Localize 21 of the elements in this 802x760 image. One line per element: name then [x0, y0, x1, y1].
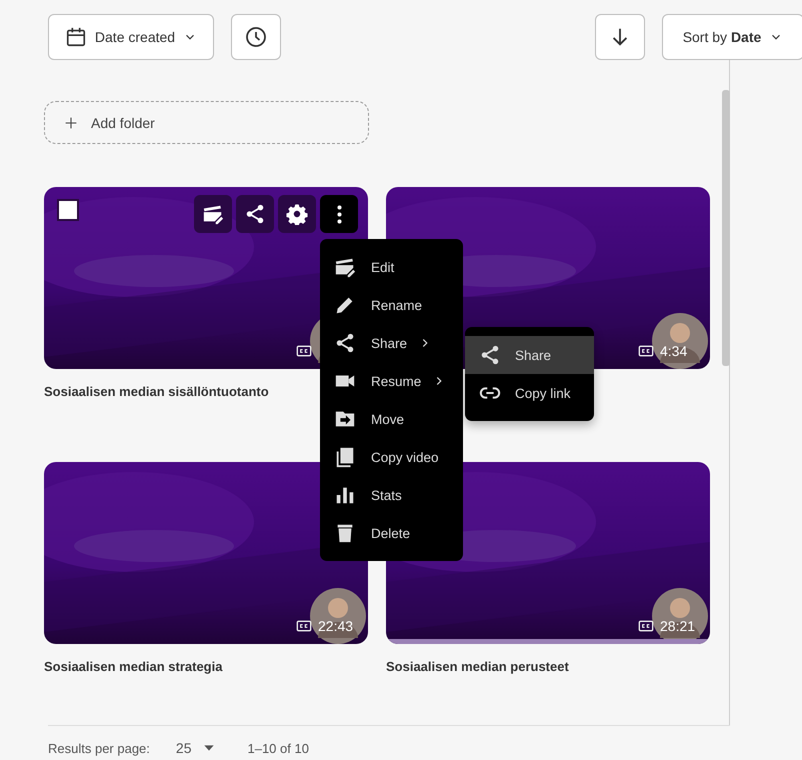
duration-label: 28:21	[660, 618, 696, 634]
menu-item[interactable]: Copy video	[320, 438, 463, 476]
menu-item[interactable]: Share	[465, 336, 594, 374]
video-title[interactable]: Sosiaalisen median perusteet	[386, 659, 710, 674]
menu-item[interactable]: Share	[320, 324, 463, 362]
video-title[interactable]: Sosiaalisen median strategia	[44, 659, 368, 674]
menu-item[interactable]: Resume	[320, 362, 463, 400]
menu-item[interactable]: Delete	[320, 514, 463, 552]
add-folder-button[interactable]: Add folder	[44, 101, 369, 144]
duration-label: 4:34	[660, 343, 688, 359]
menu-item[interactable]: Stats	[320, 476, 463, 514]
page-range-label: 1–10 of 10	[247, 740, 309, 756]
duration-label: 22:43	[318, 618, 354, 634]
sort-by-button[interactable]: Sort by Date	[662, 14, 802, 60]
menu-item[interactable]: Move	[320, 400, 463, 438]
menu-item[interactable]: Edit	[320, 248, 463, 286]
date-created-button[interactable]: Date created	[48, 14, 214, 60]
menu-item[interactable]: Copy link	[465, 374, 594, 412]
results-per-page-label: Results per page:	[48, 740, 150, 756]
per-page-select[interactable]: 25	[176, 740, 218, 756]
menu-item[interactable]: Rename	[320, 286, 463, 324]
